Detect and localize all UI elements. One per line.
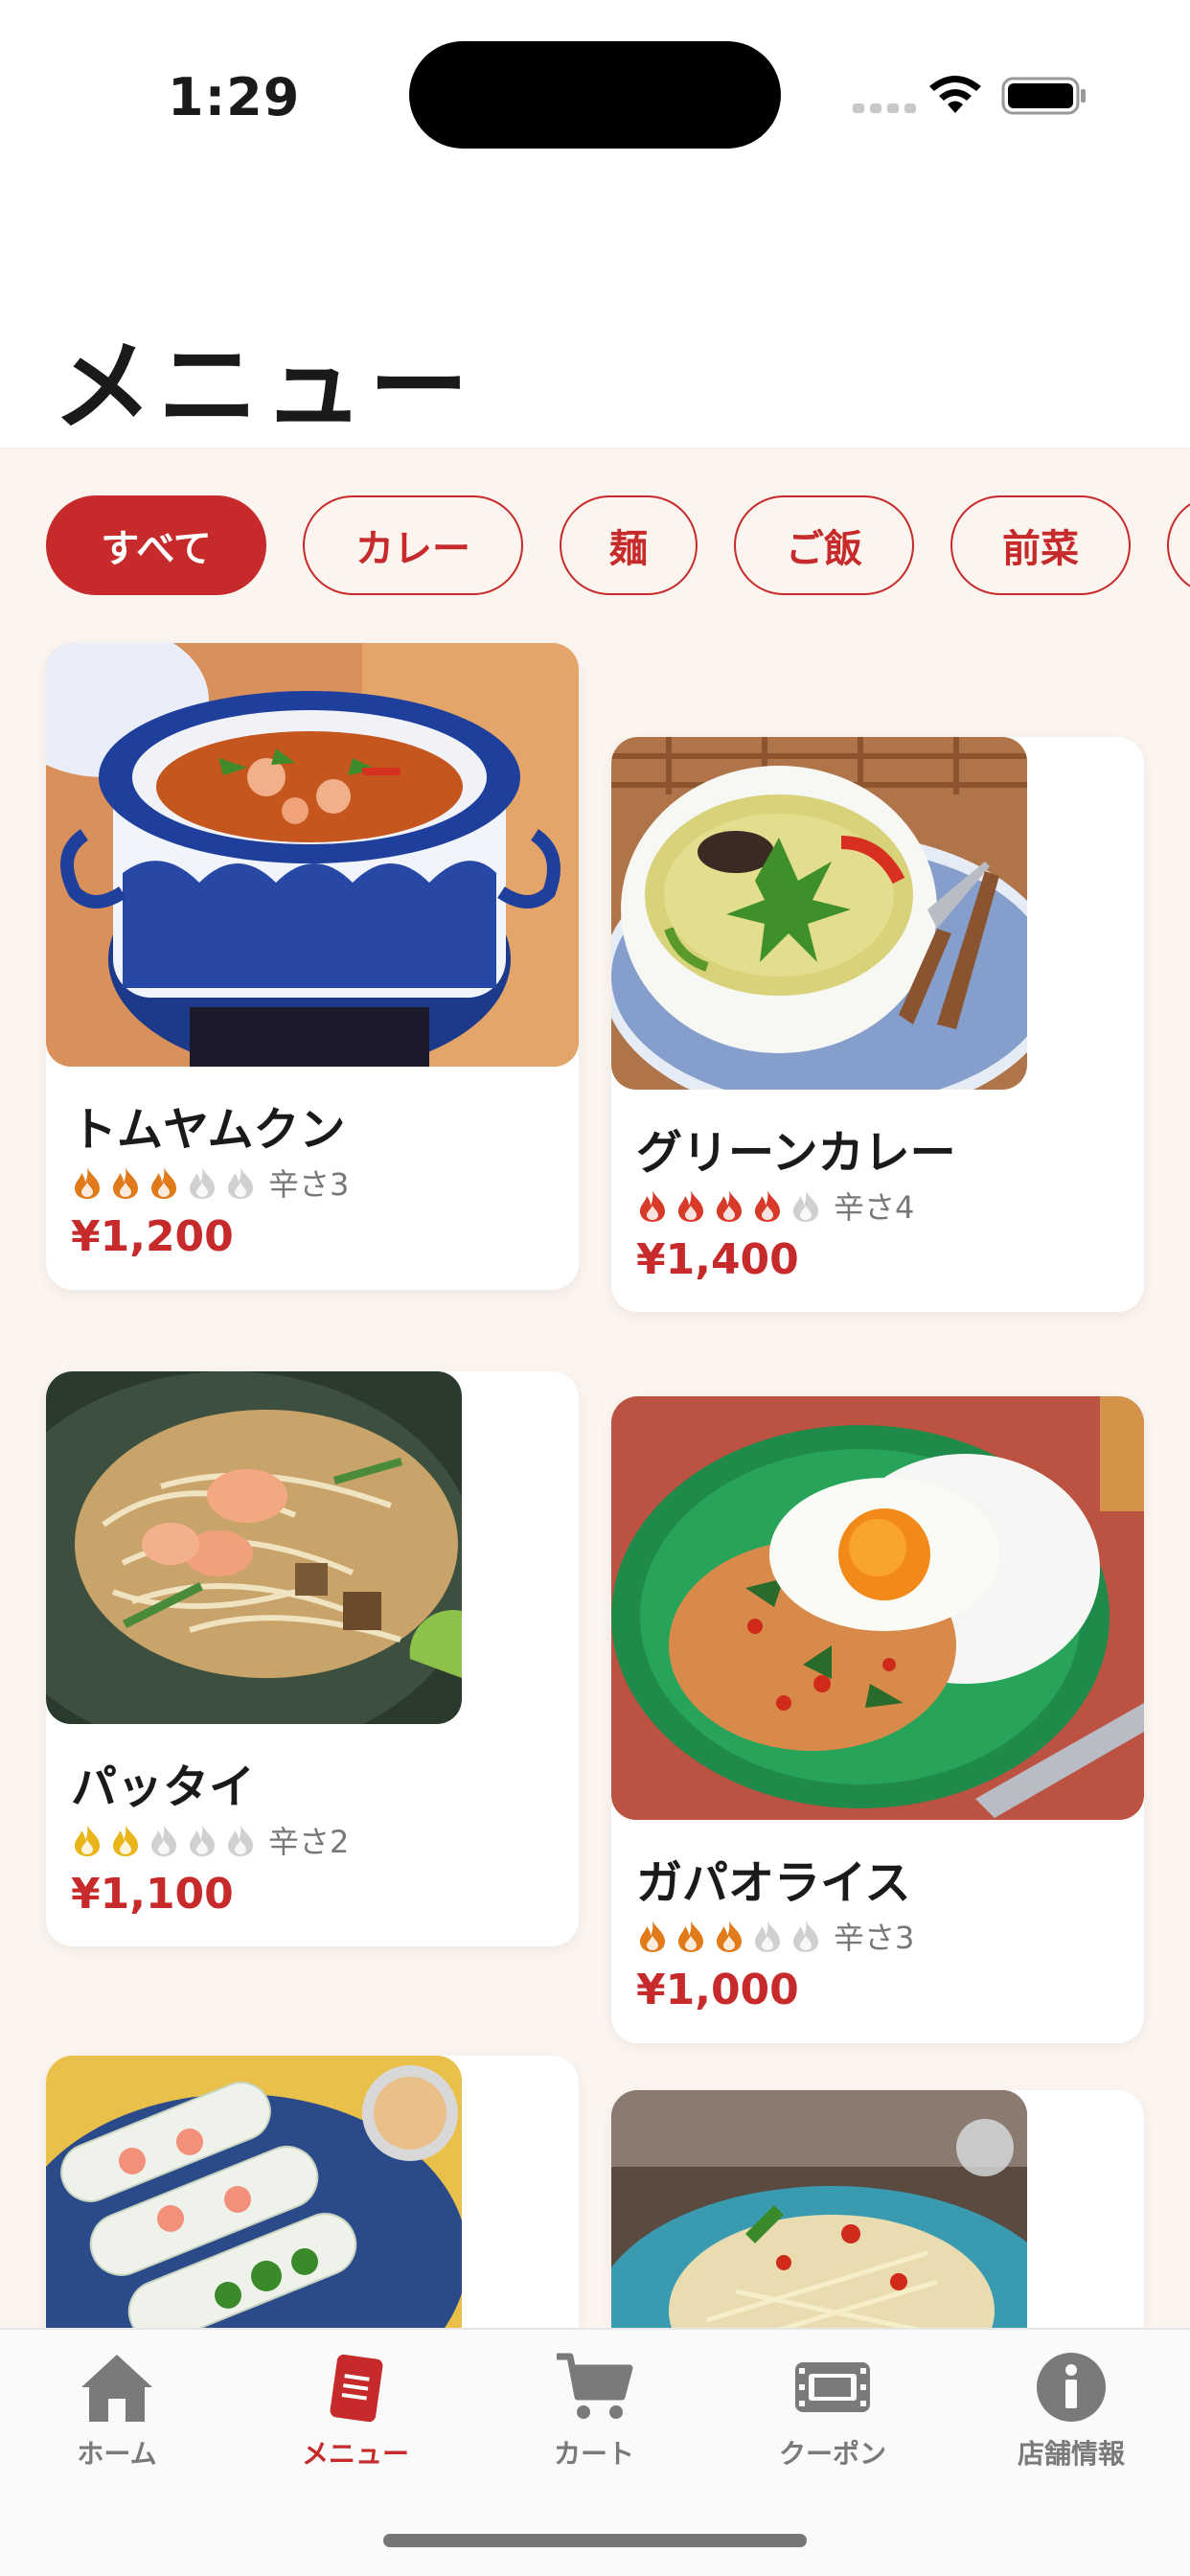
menu-card[interactable] [46, 2056, 579, 2328]
menu-book-icon [330, 2354, 383, 2423]
flame-icon-filled [678, 1920, 703, 1952]
home-icon [81, 2355, 152, 2422]
coupon-icon [795, 2362, 870, 2412]
status-time: 1:29 [168, 67, 301, 127]
tab-cart[interactable]: カート [498, 2349, 690, 2493]
flame-icon-empty [228, 1825, 253, 1856]
dish-name: グリーンカレー [636, 1126, 956, 1180]
flame-icon-empty [228, 1167, 253, 1199]
cellular-signal-icon [853, 104, 916, 113]
spice-flames [71, 1823, 257, 1857]
flame-icon-filled [678, 1190, 703, 1222]
dish-name: パッタイ [71, 1760, 256, 1814]
dish-price: ¥1,400 [636, 1235, 799, 1284]
flame-icon-empty [793, 1920, 818, 1952]
category-chip-rice[interactable]: ご飯 [734, 495, 914, 595]
tab-home[interactable]: ホーム [21, 2349, 213, 2493]
menu-card[interactable]: トムヤムクン 辛さ3 ¥1,200 [46, 643, 579, 1290]
dish-price: ¥1,000 [636, 1966, 799, 2014]
dish-price: ¥1,100 [71, 1870, 234, 1919]
category-filter-row[interactable]: すべて カレー 麺 ご飯 前菜 [46, 495, 1190, 595]
home-indicator[interactable] [383, 2534, 807, 2547]
dish-photo-pad-thai [46, 1371, 462, 1724]
flame-icon-empty [755, 1920, 780, 1952]
menu-content[interactable]: すべて カレー 麺 ご飯 前菜 トムヤムクン 辛さ3 ¥1,200 グリーンカレ… [0, 449, 1190, 2328]
tab-label: メニュー [301, 2438, 409, 2470]
flame-icon-filled [640, 1190, 665, 1222]
category-chip-all[interactable]: すべて [46, 495, 266, 595]
dish-photo-spring-rolls [46, 2056, 462, 2328]
flame-icon-filled [755, 1190, 780, 1222]
cart-icon [557, 2353, 633, 2419]
page-title: メニュー [53, 328, 475, 445]
tab-label: ホーム [77, 2438, 157, 2470]
status-bar: 1:29 [0, 0, 1190, 192]
menu-card[interactable]: パッタイ 辛さ2 ¥1,100 [46, 1371, 579, 1946]
flame-icon-empty [793, 1190, 818, 1222]
flame-icon-empty [190, 1825, 215, 1856]
dish-price: ¥1,200 [71, 1212, 234, 1261]
tab-store-info[interactable]: 店舗情報 [975, 2349, 1167, 2493]
flame-icon-filled [717, 1920, 742, 1952]
dish-name: トムヤムクン [71, 1103, 346, 1157]
category-chip-noodles[interactable]: 麺 [560, 495, 698, 595]
dish-photo-gapao-rice [611, 1396, 1144, 1820]
spice-flames [636, 1188, 822, 1223]
menu-card[interactable]: グリーンカレー 辛さ4 ¥1,400 [611, 737, 1144, 1312]
spice-label: 辛さ4 [834, 1189, 915, 1226]
dish-photo-green-curry [611, 737, 1027, 1090]
flame-icon-empty [190, 1167, 215, 1199]
spice-label: 辛さ2 [268, 1824, 350, 1860]
dish-photo-papaya-salad [611, 2090, 1027, 2328]
spice-flames [71, 1165, 257, 1200]
flame-icon-empty [151, 1825, 176, 1856]
info-icon [1037, 2353, 1106, 2422]
spice-rating: 辛さ2 [71, 1818, 349, 1862]
wifi-icon [929, 76, 981, 113]
spice-label: 辛さ3 [834, 1920, 915, 1956]
category-chip-appetizer[interactable]: 前菜 [950, 495, 1131, 595]
menu-card[interactable] [611, 2090, 1144, 2328]
flame-icon-filled [113, 1825, 138, 1856]
dish-name: ガパオライス [636, 1856, 911, 1910]
spice-label: 辛さ3 [268, 1166, 350, 1203]
category-chip-more[interactable] [1167, 495, 1190, 595]
dish-photo-tom-yum [46, 643, 579, 1067]
flame-icon-filled [113, 1167, 138, 1199]
flame-icon-filled [75, 1167, 100, 1199]
tab-label: カート [553, 2438, 634, 2470]
flame-icon-filled [640, 1920, 665, 1952]
battery-icon [1001, 77, 1086, 115]
tab-menu[interactable]: メニュー [260, 2349, 451, 2493]
flame-icon-filled [75, 1825, 100, 1856]
spice-rating: 辛さ4 [636, 1184, 914, 1228]
spice-flames [636, 1919, 822, 1953]
menu-card[interactable]: ガパオライス 辛さ3 ¥1,000 [611, 1396, 1144, 2043]
tab-label: クーポン [778, 2438, 886, 2470]
spice-rating: 辛さ3 [71, 1161, 349, 1205]
flame-icon-filled [151, 1167, 176, 1199]
category-chip-curry[interactable]: カレー [303, 495, 523, 595]
tab-label: 店舗情報 [1017, 2438, 1125, 2470]
spice-rating: 辛さ3 [636, 1914, 914, 1958]
dynamic-island [409, 41, 781, 149]
flame-icon-filled [717, 1190, 742, 1222]
tab-coupon[interactable]: クーポン [737, 2349, 928, 2493]
